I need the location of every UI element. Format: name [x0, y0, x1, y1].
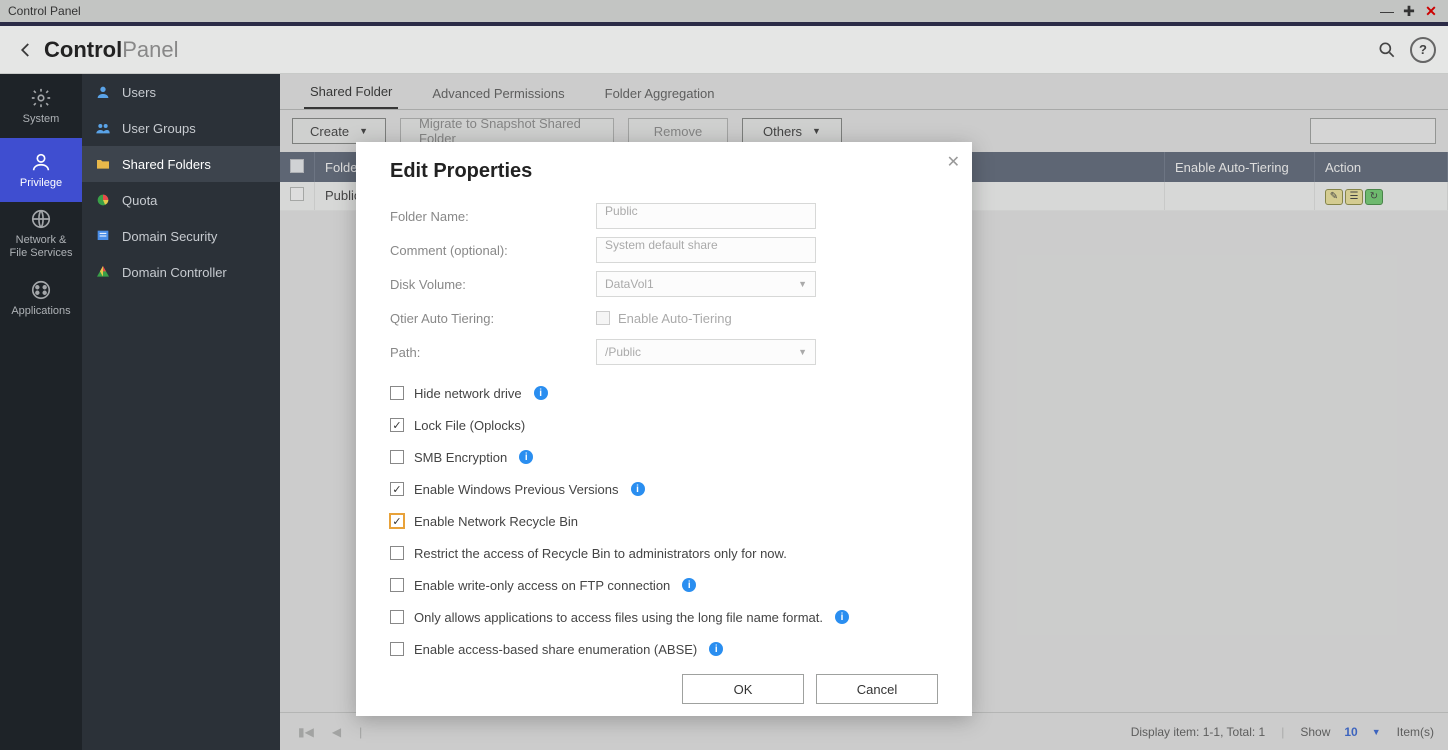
- sub-nav: Users User Groups Shared Folders Quota D…: [82, 74, 280, 750]
- option-smb[interactable]: SMB Encryption i: [390, 441, 938, 473]
- label-qtier: Qtier Auto Tiering:: [390, 311, 596, 326]
- label-comment: Comment (optional):: [390, 243, 596, 258]
- checkbox-recycle[interactable]: [390, 514, 404, 528]
- rail-label: System: [23, 113, 60, 125]
- info-icon[interactable]: i: [519, 450, 533, 464]
- checkbox-lock[interactable]: [390, 418, 404, 432]
- globe-icon: [30, 208, 52, 230]
- rail-system[interactable]: System: [0, 74, 82, 138]
- shield-icon: [94, 227, 112, 245]
- rail-label: Privilege: [20, 177, 62, 189]
- people-icon: [94, 119, 112, 137]
- option-label: Enable write-only access on FTP connecti…: [414, 578, 670, 593]
- option-label: Hide network drive: [414, 386, 522, 401]
- label-path: Path:: [390, 345, 596, 360]
- pie-icon: [94, 191, 112, 209]
- icon-rail: System Privilege Network & File Services…: [0, 74, 82, 750]
- option-ftpwo[interactable]: Enable write-only access on FTP connecti…: [390, 569, 938, 601]
- option-hide[interactable]: Hide network drive i: [390, 377, 938, 409]
- sidebar-item-quota[interactable]: Quota: [82, 182, 280, 218]
- caret-down-icon: ▼: [798, 279, 807, 289]
- option-label: Enable Network Recycle Bin: [414, 514, 578, 529]
- info-icon[interactable]: i: [709, 642, 723, 656]
- sidebar-item-label: Shared Folders: [122, 157, 211, 172]
- window-titlebar: Control Panel — ✚ ✕: [0, 0, 1448, 22]
- checkbox-prev[interactable]: [390, 482, 404, 496]
- checkbox-abse[interactable]: [390, 642, 404, 656]
- option-label: Only allows applications to access files…: [414, 610, 823, 625]
- input-comment[interactable]: System default share: [596, 237, 816, 263]
- option-label: Lock File (Oplocks): [414, 418, 525, 433]
- folder-icon: [94, 155, 112, 173]
- user-icon: [30, 151, 52, 173]
- option-prev[interactable]: Enable Windows Previous Versions i: [390, 473, 938, 505]
- option-recycle[interactable]: Enable Network Recycle Bin: [390, 505, 938, 537]
- modal-footer: OK Cancel: [356, 662, 972, 716]
- app-header: ControlPanel ?: [0, 26, 1448, 74]
- person-icon: [94, 83, 112, 101]
- checkbox-ftpwo[interactable]: [390, 578, 404, 592]
- label-enable-auto-tiering: Enable Auto-Tiering: [618, 311, 732, 326]
- modal-body[interactable]: Folder Name: Public Comment (optional): …: [356, 193, 972, 662]
- sidebar-item-user-groups[interactable]: User Groups: [82, 110, 280, 146]
- sidebar-item-label: Domain Controller: [122, 265, 227, 280]
- sidebar-item-users[interactable]: Users: [82, 74, 280, 110]
- label-folder-name: Folder Name:: [390, 209, 596, 224]
- apps-icon: [30, 279, 52, 301]
- option-label: SMB Encryption: [414, 450, 507, 465]
- maximize-icon[interactable]: ✚: [1400, 2, 1418, 20]
- modal-close-icon[interactable]: ✕: [947, 152, 960, 172]
- info-icon[interactable]: i: [631, 482, 645, 496]
- close-icon[interactable]: ✕: [1422, 2, 1440, 20]
- option-label: Restrict the access of Recycle Bin to ad…: [414, 546, 787, 561]
- sidebar-item-shared-folders[interactable]: Shared Folders: [82, 146, 280, 182]
- sidebar-item-domain-security[interactable]: Domain Security: [82, 218, 280, 254]
- search-icon[interactable]: [1374, 37, 1400, 63]
- checkbox-smb[interactable]: [390, 450, 404, 464]
- back-icon[interactable]: [12, 36, 40, 64]
- rail-privilege[interactable]: Privilege: [0, 138, 82, 202]
- rail-network-file-services[interactable]: Network & File Services: [0, 202, 82, 266]
- checkbox-longfn[interactable]: [390, 610, 404, 624]
- sidebar-item-label: Users: [122, 85, 156, 100]
- option-abse[interactable]: Enable access-based share enumeration (A…: [390, 633, 938, 662]
- minimize-icon[interactable]: —: [1378, 2, 1396, 20]
- option-restrict[interactable]: Restrict the access of Recycle Bin to ad…: [390, 537, 938, 569]
- option-label: Enable Windows Previous Versions: [414, 482, 619, 497]
- info-icon[interactable]: i: [534, 386, 548, 400]
- edit-properties-dialog: ✕ Edit Properties Folder Name: Public Co…: [356, 142, 972, 716]
- label-disk-volume: Disk Volume:: [390, 277, 596, 292]
- option-label: Enable access-based share enumeration (A…: [414, 642, 697, 657]
- option-lock[interactable]: Lock File (Oplocks): [390, 409, 938, 441]
- rail-label: Applications: [11, 305, 70, 317]
- sidebar-item-domain-controller[interactable]: Domain Controller: [82, 254, 280, 290]
- cancel-button[interactable]: Cancel: [816, 674, 938, 704]
- select-disk-volume[interactable]: DataVol1▼: [596, 271, 816, 297]
- ok-button[interactable]: OK: [682, 674, 804, 704]
- caret-down-icon: ▼: [798, 347, 807, 357]
- checkbox-hide[interactable]: [390, 386, 404, 400]
- window-title: Control Panel: [8, 4, 81, 18]
- sidebar-item-label: User Groups: [122, 121, 196, 136]
- modal-title: Edit Properties: [356, 142, 972, 193]
- option-longfn[interactable]: Only allows applications to access files…: [390, 601, 938, 633]
- info-icon[interactable]: i: [682, 578, 696, 592]
- select-path[interactable]: /Public▼: [596, 339, 816, 365]
- sidebar-item-label: Quota: [122, 193, 157, 208]
- help-icon[interactable]: ?: [1410, 37, 1436, 63]
- triangle-icon: [94, 263, 112, 281]
- checkbox-restrict[interactable]: [390, 546, 404, 560]
- sidebar-item-label: Domain Security: [122, 229, 217, 244]
- checkbox-enable-auto-tiering[interactable]: [596, 311, 610, 325]
- rail-label: Network & File Services: [10, 234, 73, 259]
- rail-applications[interactable]: Applications: [0, 266, 82, 330]
- app-title: ControlPanel: [44, 37, 178, 63]
- info-icon[interactable]: i: [835, 610, 849, 624]
- input-folder-name[interactable]: Public: [596, 203, 816, 229]
- gear-icon: [30, 87, 52, 109]
